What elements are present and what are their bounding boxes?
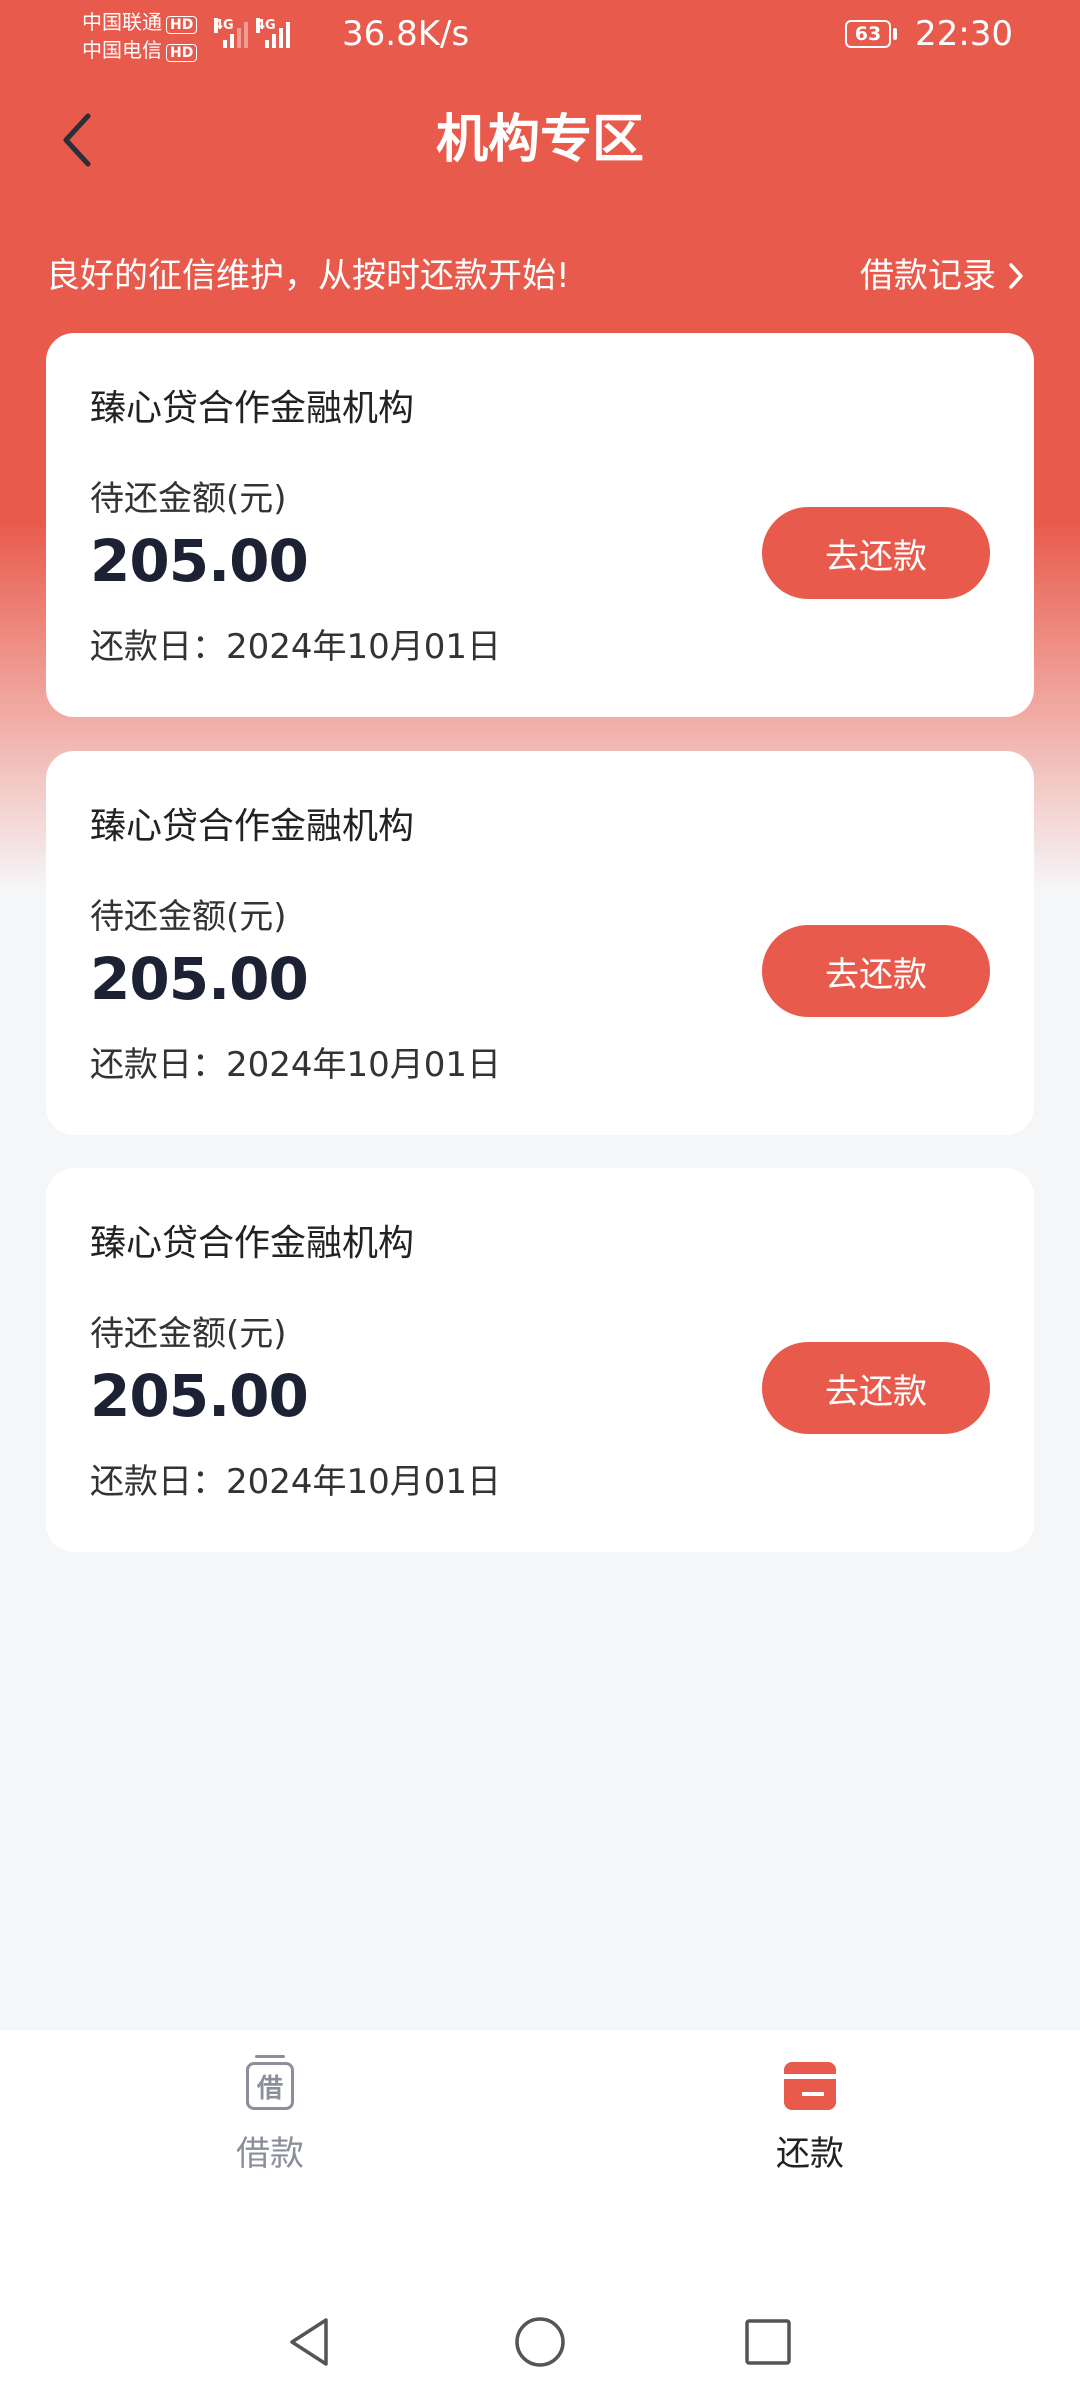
signal-indicators: 4G 4G — [214, 18, 290, 48]
amount-due: 205.00 — [90, 1362, 309, 1430]
repay-button[interactable]: 去还款 — [762, 1342, 990, 1434]
amount-label: 待还金额(元) — [90, 1314, 287, 1354]
status-bar: 中国联通 HD 中国电信 HD 4G 4G 36.8K/s 63 22:30 — [0, 0, 1080, 72]
loan-records-link[interactable]: 借款记录 — [860, 252, 1026, 300]
amount-label: 待还金额(元) — [90, 479, 287, 519]
loan-card: 臻心贷合作金融机构 待还金额(元) 205.00 还款日： 2024年10月01… — [46, 1168, 1034, 1552]
institution-name: 臻心贷合作金融机构 — [90, 806, 415, 847]
amount-label: 待还金额(元) — [90, 897, 287, 937]
due-date-label: 还款日： — [90, 1045, 226, 1085]
hd-badge: HD — [166, 44, 198, 62]
tab-repay-label: 还款 — [776, 2134, 844, 2174]
tab-repay[interactable]: 还款 — [710, 2056, 910, 2175]
page-title: 机构专区 — [435, 110, 644, 170]
loan-card: 臻心贷合作金融机构 待还金额(元) 205.00 还款日： 2024年10月01… — [46, 333, 1034, 717]
loan-card: 臻心贷合作金融机构 待还金额(元) 205.00 还款日： 2024年10月01… — [46, 751, 1034, 1135]
carrier-info: 中国联通 HD 中国电信 HD — [82, 8, 198, 64]
loan-records-label: 借款记录 — [860, 256, 996, 296]
wallet-icon — [784, 2062, 836, 2110]
battery-tip — [893, 28, 897, 40]
repay-button[interactable]: 去还款 — [762, 925, 990, 1017]
due-date-row: 还款日： 2024年10月01日 — [90, 1454, 501, 1503]
tab-borrow[interactable]: 借 借款 — [170, 2055, 370, 2175]
due-date-row: 还款日： 2024年10月01日 — [90, 1037, 501, 1086]
signal-icon: 4G — [256, 18, 290, 48]
nav-home-icon[interactable] — [510, 2312, 570, 2372]
amount-due: 205.00 — [90, 945, 309, 1013]
due-date-value: 2024年10月01日 — [226, 1462, 502, 1502]
system-nav-bar — [0, 2290, 1080, 2400]
carrier-1: 中国联通 — [82, 10, 162, 34]
due-date-row: 还款日： 2024年10月01日 — [90, 619, 501, 668]
carrier-2: 中国电信 — [82, 38, 162, 62]
network-speed: 36.8K/s — [342, 14, 470, 54]
repay-button[interactable]: 去还款 — [762, 507, 990, 599]
clock: 22:30 — [915, 14, 1013, 54]
signal-icon: 4G — [214, 18, 248, 48]
battery-icon: 63 — [845, 20, 891, 48]
due-date-label: 还款日： — [90, 627, 226, 667]
amount-due: 205.00 — [90, 527, 309, 595]
institution-name: 臻心贷合作金融机构 — [90, 388, 415, 429]
hd-badge: HD — [166, 16, 198, 34]
slogan-text: 良好的征信维护，从按时还款开始! — [46, 256, 570, 296]
chevron-right-icon — [1009, 263, 1023, 289]
due-date-value: 2024年10月01日 — [226, 1045, 502, 1085]
nav-recents-icon[interactable] — [738, 2312, 798, 2372]
borrow-icon: 借 — [246, 2055, 294, 2110]
nav-back-icon[interactable] — [280, 2312, 340, 2372]
due-date-label: 还款日： — [90, 1462, 226, 1502]
institution-name: 臻心贷合作金融机构 — [90, 1223, 415, 1264]
tab-borrow-label: 借款 — [236, 2134, 304, 2174]
due-date-value: 2024年10月01日 — [226, 627, 502, 667]
